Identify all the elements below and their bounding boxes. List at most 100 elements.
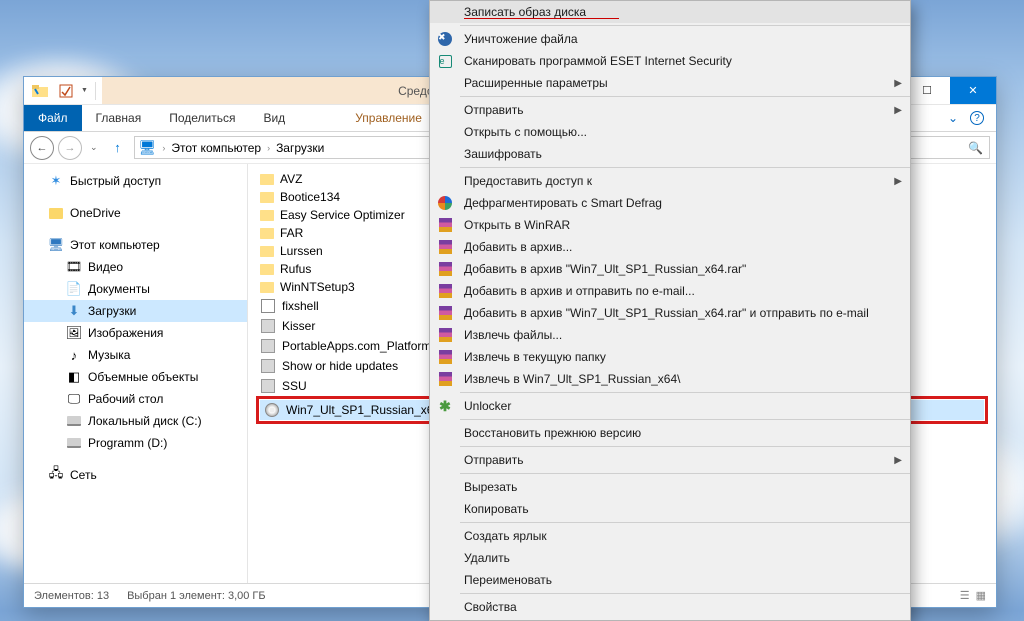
menu-item[interactable]: Копировать [430,498,910,520]
nav-label: Загрузки [88,304,136,318]
tab-view[interactable]: Вид [249,105,299,131]
menu-item[interactable]: Удалить [430,547,910,569]
folder-icon [260,228,274,239]
destroy-icon: ✖ [436,30,454,48]
nav-label: Видео [88,260,123,274]
properties-icon[interactable] [54,79,78,103]
nav-child-item[interactable]: 📄Документы [24,278,247,300]
nav-label: Сеть [70,468,97,482]
help-icon[interactable]: ? [970,111,984,125]
exe-icon [260,378,276,394]
menu-item[interactable]: Восстановить прежнюю версию [430,422,910,444]
menu-item[interactable]: Открыть с помощью... [430,121,910,143]
chevron-right-icon[interactable]: › [160,143,167,153]
menu-separator [460,473,910,474]
menu-item[interactable]: Зашифровать [430,143,910,165]
menu-item[interactable]: Создать ярлык [430,525,910,547]
menu-item[interactable]: Добавить в архив "Win7_Ult_SP1_Russian_x… [430,258,910,280]
nav-onedrive[interactable]: OneDrive [24,202,247,224]
nav-label: Изображения [88,326,163,340]
menu-item[interactable]: Предоставить доступ к▶ [430,170,910,192]
view-details-icon[interactable]: ☰ [960,589,970,602]
nav-up-button[interactable]: ↑ [106,136,130,160]
blank-icon [436,571,454,589]
nav-label: OneDrive [70,206,121,220]
blank-icon [436,101,454,119]
menu-item[interactable]: Добавить в архив и отправить по e-mail..… [430,280,910,302]
breadcrumb-root[interactable]: Этот компьютер [171,141,261,155]
ribbon-expand-icon[interactable]: ⌄ [948,111,958,125]
nav-child-item[interactable]: ♪Музыка [24,344,247,366]
exe-icon [260,338,276,354]
view-large-icon[interactable]: ▦ [976,589,986,602]
menu-label: Переименовать [464,573,552,587]
menu-item[interactable]: Дефрагментировать с Smart Defrag [430,192,910,214]
breadcrumb-folder[interactable]: Загрузки [276,141,324,155]
nav-label: Локальный диск (C:) [88,414,202,428]
menu-item[interactable]: Записать образ диска [430,1,910,23]
nav-quick-access[interactable]: ✶ Быстрый доступ [24,170,247,192]
file-name: FAR [280,226,303,240]
nav-child-item[interactable]: Programm (D:) [24,432,247,454]
menu-item[interactable]: ✖Уничтожение файла [430,28,910,50]
menu-item[interactable]: Отправить▶ [430,99,910,121]
file-name: SSU [282,379,307,393]
context-menu: Записать образ диска ✖Уничтожение файлаeС… [429,0,911,621]
desktop-icon: 🖵 [66,391,82,407]
menu-item[interactable]: Вырезать [430,476,910,498]
nav-child-item[interactable]: Локальный диск (C:) [24,410,247,432]
nav-label: Programm (D:) [88,436,167,450]
menu-item[interactable]: eСканировать программой ESET Internet Se… [430,50,910,72]
file-tab[interactable]: Файл [24,105,82,131]
menu-separator [460,419,910,420]
disk-icon [66,435,82,451]
tab-share[interactable]: Поделиться [155,105,249,131]
onedrive-icon [48,205,64,221]
close-button[interactable]: ✕ [950,77,996,104]
downloads-icon: ⬇ [66,303,82,319]
nav-child-item[interactable]: ◧Объемные объекты [24,366,247,388]
qat-dropdown-icon[interactable]: ▼ [80,87,91,94]
navigation-pane[interactable]: ✶ Быстрый доступ OneDrive 🖥 Этот компьют… [24,164,248,583]
menu-item[interactable]: Добавить в архив "Win7_Ult_SP1_Russian_x… [430,302,910,324]
3d-icon: ◧ [66,369,82,385]
blank-icon [436,172,454,190]
unlock-icon: ✱ [436,397,454,415]
folder-icon[interactable] [28,79,52,103]
nav-child-item[interactable]: ⬇ Загрузки [24,300,247,322]
nav-network[interactable]: 🖧 Сеть [24,464,247,486]
nav-child-item[interactable]: 🖵Рабочий стол [24,388,247,410]
menu-item[interactable]: Извлечь в Win7_Ult_SP1_Russian_x64\ [430,368,910,390]
menu-item[interactable]: Свойства [430,596,910,618]
menu-label: Открыть в WinRAR [464,218,570,232]
exe-icon [260,318,276,334]
menu-item[interactable]: Извлечь файлы... [430,324,910,346]
search-icon: 🔍 [968,141,983,155]
nav-label: Музыка [88,348,130,362]
tab-manage[interactable]: Управление [341,105,436,131]
menu-label: Unlocker [464,399,511,413]
file-name: Rufus [280,262,311,276]
quick-access-toolbar: ▼ [24,77,102,104]
blank-icon [436,74,454,92]
nav-label: Этот компьютер [70,238,160,252]
nav-child-item[interactable]: 🎞Видео [24,256,247,278]
iso-icon [264,402,280,418]
nav-forward-button[interactable]: → [58,136,82,160]
chevron-right-icon[interactable]: › [265,143,272,153]
menu-item[interactable]: Переименовать [430,569,910,591]
nav-history-dropdown[interactable]: ⌄ [86,142,102,153]
tab-home[interactable]: Главная [82,105,156,131]
nav-this-pc[interactable]: 🖥 Этот компьютер [24,234,247,256]
menu-item[interactable]: Добавить в архив... [430,236,910,258]
menu-item[interactable]: Открыть в WinRAR [430,214,910,236]
nav-child-item[interactable]: 🖼Изображения [24,322,247,344]
blank-icon [436,598,454,616]
menu-item[interactable]: Извлечь в текущую папку [430,346,910,368]
menu-item[interactable]: Расширенные параметры▶ [430,72,910,94]
menu-item[interactable]: Отправить▶ [430,449,910,471]
folder-icon [260,282,274,293]
menu-label: Добавить в архив "Win7_Ult_SP1_Russian_x… [464,306,869,320]
nav-back-button[interactable]: ← [30,136,54,160]
menu-item[interactable]: ✱ Unlocker [430,395,910,417]
